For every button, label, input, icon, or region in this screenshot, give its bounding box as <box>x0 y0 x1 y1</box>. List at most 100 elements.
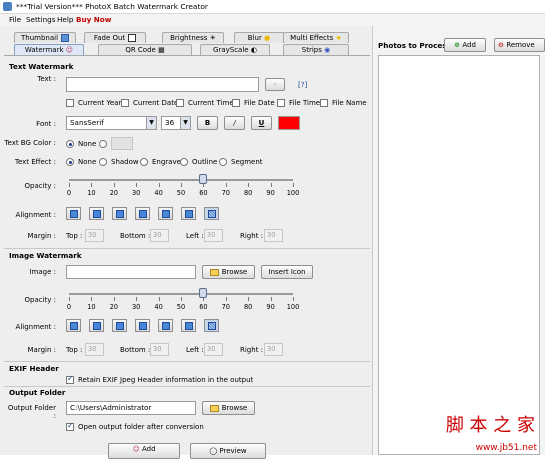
text-insert-button[interactable]: ◦ <box>265 78 285 91</box>
image-margin-right-input[interactable]: 30 <box>264 343 283 356</box>
margin-bottom-input[interactable]: 30 <box>150 229 169 242</box>
align-button-4[interactable] <box>135 319 150 332</box>
add-photos-button[interactable]: ⊕ Add <box>444 38 486 52</box>
output-browse-button[interactable]: Browse <box>202 401 255 415</box>
slider-tick <box>158 297 160 301</box>
output-folder-input[interactable]: C:\Users\Administrator <box>66 401 196 415</box>
margin-right-input[interactable]: 30 <box>264 229 283 242</box>
image-path-input[interactable] <box>66 265 196 279</box>
image-browse-button[interactable]: Browse <box>202 265 255 279</box>
preview-button[interactable]: ◯ Preview <box>190 443 266 459</box>
file-name-checkbox[interactable] <box>320 99 328 107</box>
watermark-icon: ☺ <box>63 46 74 54</box>
slider-tick-label: 40 <box>154 189 163 197</box>
margin-bottom-label: Bottom : <box>120 232 151 240</box>
current-year-checkbox[interactable] <box>66 99 74 107</box>
tab-blur[interactable]: Blur ● <box>234 32 284 43</box>
menu-help[interactable]: Help <box>57 15 73 24</box>
help-link[interactable]: [?] <box>298 81 307 89</box>
chevron-down-icon[interactable]: ▼ <box>180 117 190 129</box>
tab-strip-border <box>4 55 370 56</box>
slider-tick-label: 100 <box>286 189 300 197</box>
bg-color-swatch[interactable] <box>111 137 133 150</box>
image-opacity-slider[interactable]: 0 10 20 30 40 50 60 70 80 90 100 <box>64 285 300 315</box>
align-button-2[interactable] <box>89 207 104 220</box>
slider-thumb[interactable] <box>199 174 208 184</box>
align-button-1[interactable] <box>66 207 81 220</box>
align-button-1[interactable] <box>66 319 81 332</box>
image-margin-top-input[interactable]: 30 <box>85 343 104 356</box>
italic-button[interactable]: / <box>224 116 245 130</box>
align-position-icon <box>162 322 170 330</box>
bg-color-radio[interactable] <box>99 140 107 148</box>
chevron-down-icon[interactable]: ▼ <box>146 117 156 129</box>
bold-button[interactable]: B <box>197 116 218 130</box>
preview-icon: ◯ <box>209 447 220 455</box>
align-button-7[interactable] <box>204 319 219 332</box>
text-effect-label: Text Effect : <box>14 158 56 166</box>
slider-tick-label: 100 <box>286 303 300 311</box>
bg-none-radio[interactable] <box>66 140 74 148</box>
file-time-checkbox[interactable] <box>277 99 285 107</box>
tab-brightness[interactable]: Brightness ☀ <box>162 32 224 43</box>
open-output-checkbox[interactable] <box>66 421 74 431</box>
tab-grayscale[interactable]: GrayScale ◐ <box>200 44 270 55</box>
align-button-3[interactable] <box>112 319 127 332</box>
slider-tick-label: 50 <box>176 189 186 197</box>
margin-top-input[interactable]: 30 <box>85 229 104 242</box>
tab-thumbnail[interactable]: Thumbnail <box>14 32 76 43</box>
effect-engrave-radio[interactable] <box>140 158 148 166</box>
align-button-7[interactable] <box>204 207 219 220</box>
font-select[interactable]: SansSerif ▼ <box>66 116 157 130</box>
underline-button[interactable]: U <box>251 116 272 130</box>
align-button-5[interactable] <box>158 319 173 332</box>
effect-shadow-label: Shadow <box>111 158 139 166</box>
font-color-swatch[interactable] <box>278 116 300 130</box>
current-time-checkbox[interactable] <box>176 99 184 107</box>
text-input[interactable] <box>66 77 259 92</box>
file-time-label: File Time <box>289 99 321 107</box>
align-button-4[interactable] <box>135 207 150 220</box>
tab-strips[interactable]: Strips ◉ <box>283 44 349 55</box>
app-icon <box>3 2 12 11</box>
align-button-2[interactable] <box>89 319 104 332</box>
insert-icon-button[interactable]: Insert Icon <box>261 265 313 279</box>
image-margin-left-input[interactable]: 30 <box>204 343 223 356</box>
slider-tick <box>69 297 70 301</box>
photos-list[interactable] <box>378 55 540 455</box>
file-date-checkbox[interactable] <box>232 99 240 107</box>
current-date-checkbox[interactable] <box>121 99 129 107</box>
slider-track <box>69 179 293 181</box>
slider-tick <box>248 297 250 301</box>
tab-watermark[interactable]: Watermark ☺ <box>14 44 84 55</box>
menu-settings[interactable]: Settings <box>26 15 55 24</box>
align-button-6[interactable] <box>181 207 196 220</box>
tab-multi-effects[interactable]: Multi Effects ★ <box>283 32 349 43</box>
tab-qr-code[interactable]: QR Code ▦ <box>98 44 192 55</box>
effect-segment-radio[interactable] <box>219 158 227 166</box>
effect-outline-radio[interactable] <box>180 158 188 166</box>
fade-out-icon <box>128 34 137 42</box>
align-button-6[interactable] <box>181 319 196 332</box>
font-size-select[interactable]: 36 ▼ <box>161 116 191 130</box>
effect-none-radio[interactable] <box>66 158 74 166</box>
margin-label: Margin : <box>27 232 57 240</box>
align-button-3[interactable] <box>112 207 127 220</box>
title-bar: ***Trial Version*** PhotoX Batch Waterma… <box>0 0 545 14</box>
tab-fade-out[interactable]: Fade Out <box>84 32 146 43</box>
section-divider <box>4 361 370 362</box>
menu-file[interactable]: File <box>9 15 21 24</box>
section-divider <box>4 248 370 249</box>
retain-exif-checkbox[interactable] <box>66 374 74 384</box>
effect-shadow-radio[interactable] <box>99 158 107 166</box>
align-button-5[interactable] <box>158 207 173 220</box>
remove-photos-button[interactable]: ⊖ Remove <box>494 38 545 52</box>
tab-label: QR Code <box>125 46 156 54</box>
menu-buy-now[interactable]: Buy Now <box>76 15 111 24</box>
image-margin-bottom-input[interactable]: 30 <box>150 343 169 356</box>
open-output-label: Open output folder after conversion <box>78 423 204 431</box>
add-watermark-button[interactable]: ☺ Add <box>108 443 180 459</box>
opacity-slider[interactable]: 0 10 20 30 40 50 60 70 80 90 100 <box>64 171 300 201</box>
slider-thumb[interactable] <box>199 288 208 298</box>
margin-left-input[interactable]: 30 <box>204 229 223 242</box>
